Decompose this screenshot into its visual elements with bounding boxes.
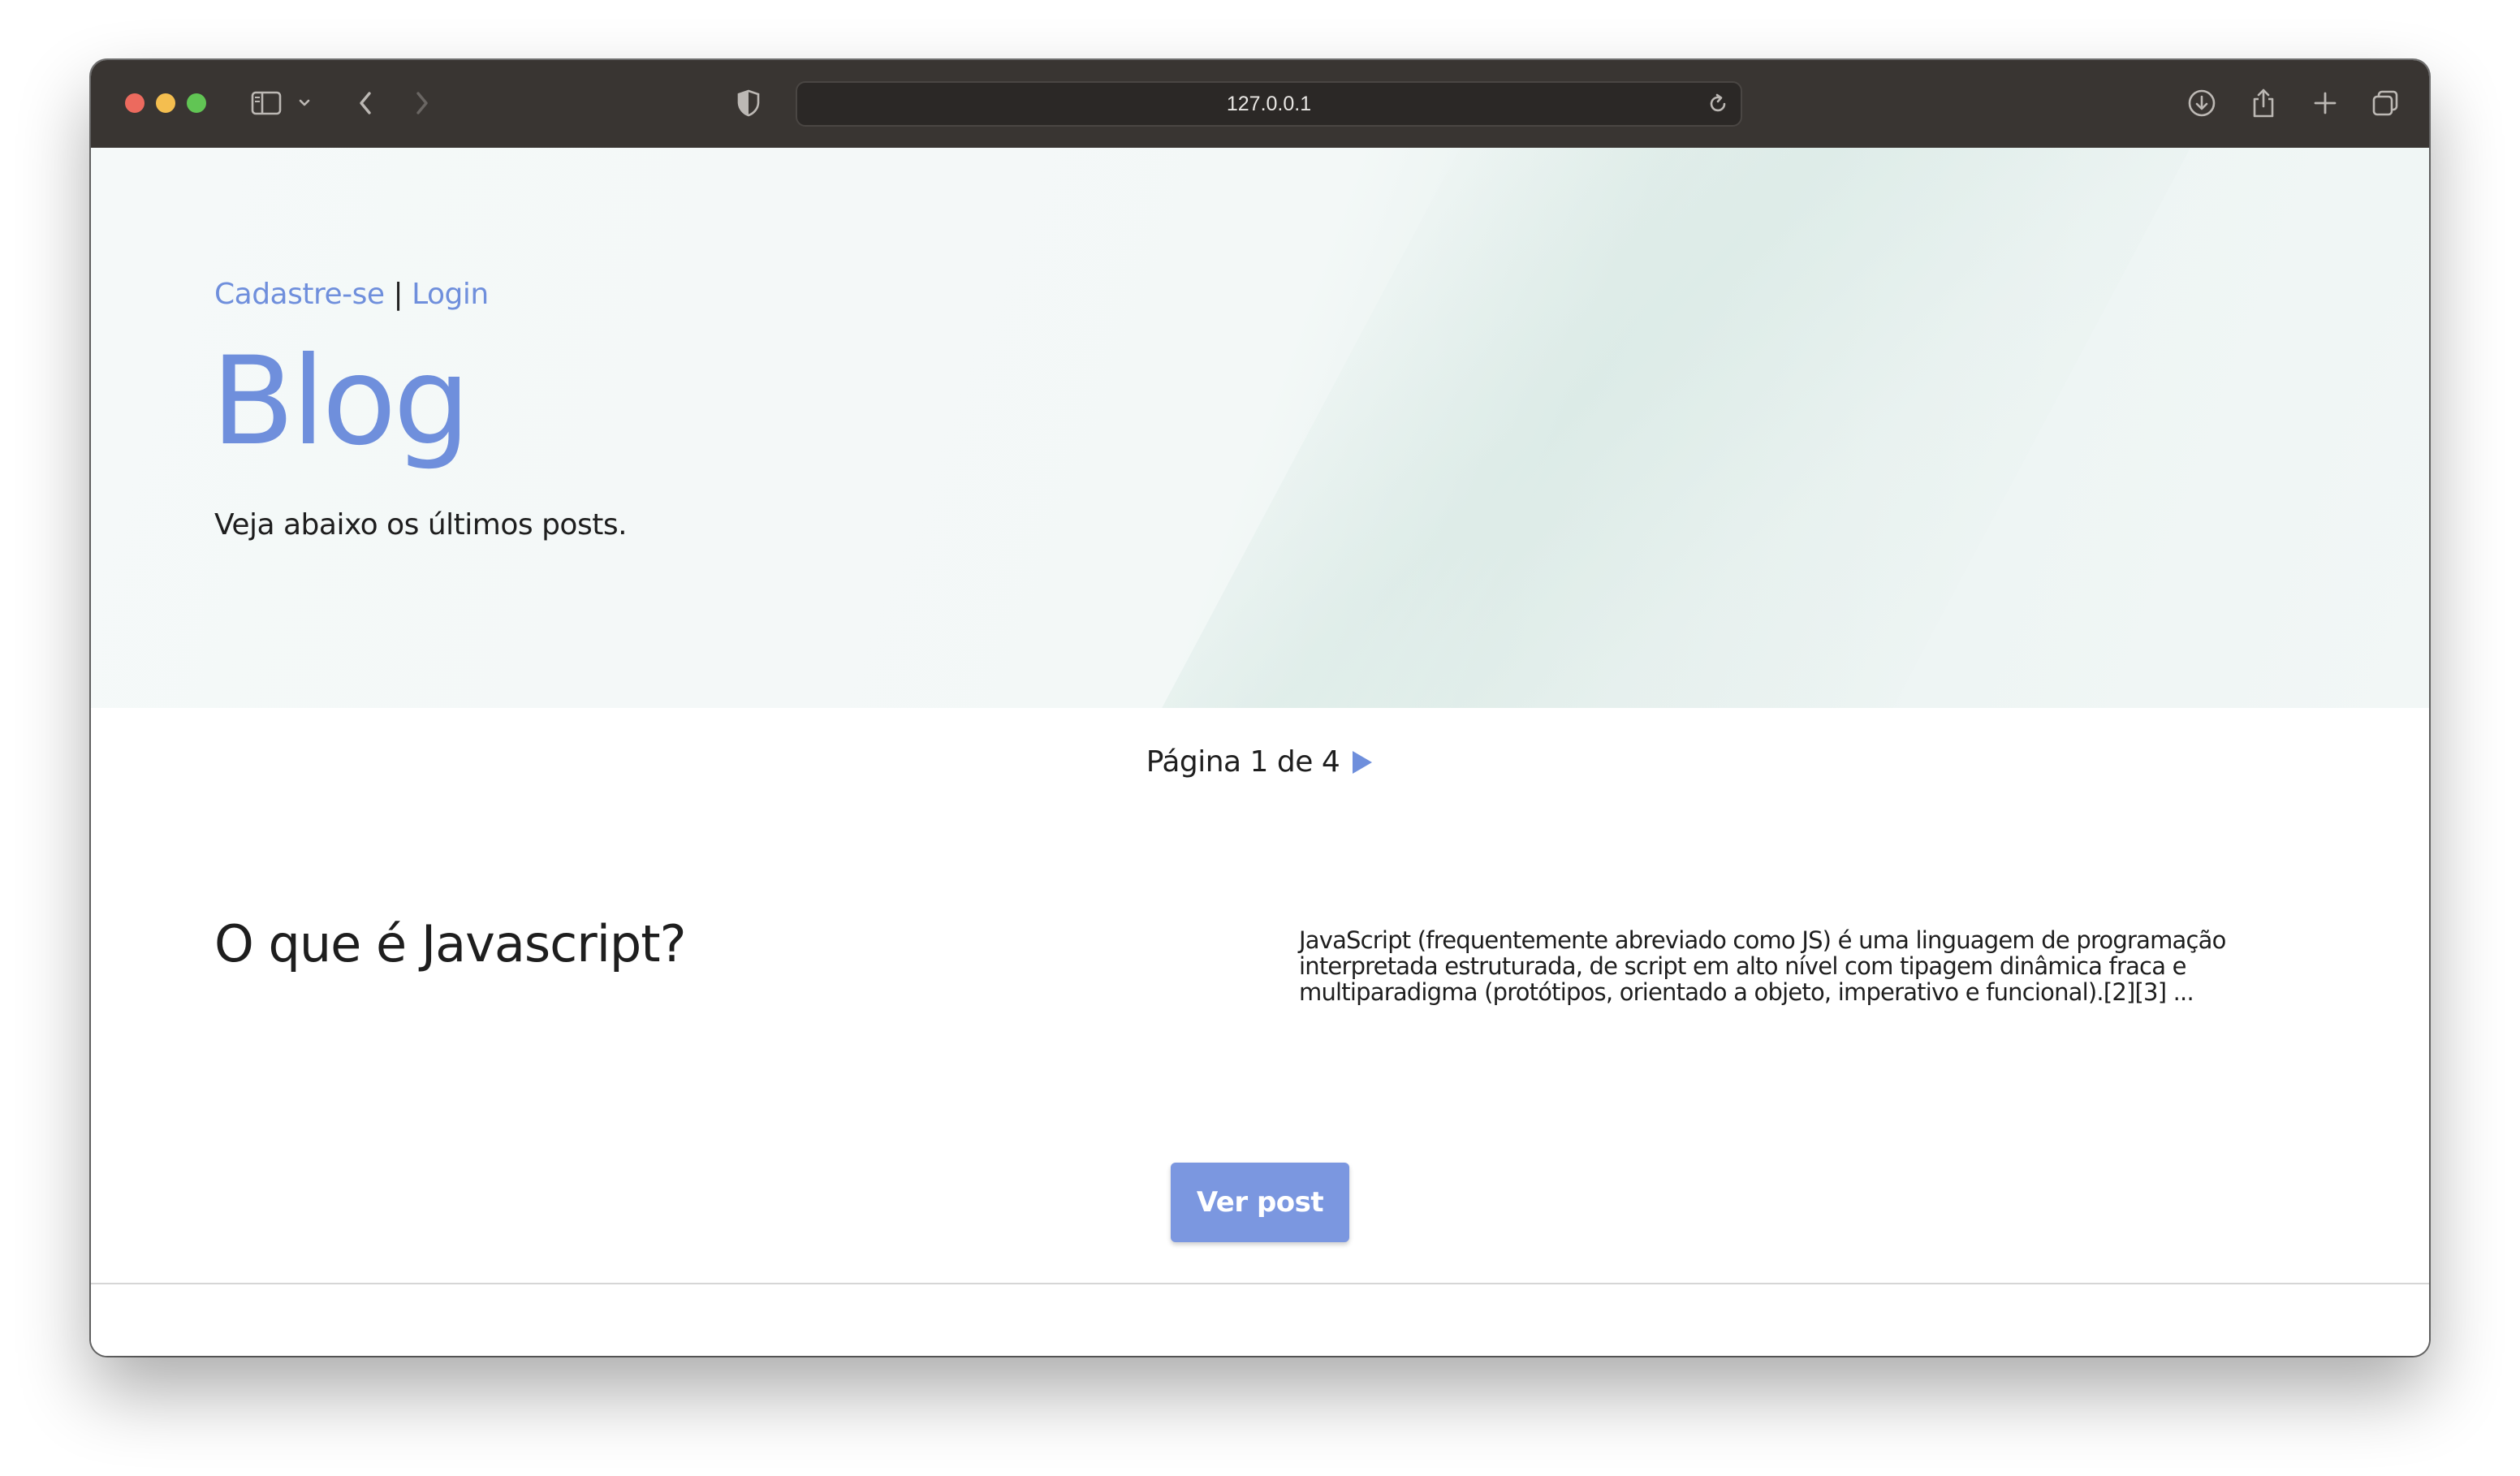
shield-icon[interactable] — [734, 84, 763, 122]
post-title: O que é Javascript? — [214, 914, 687, 973]
pagination-label: Página 1 de 4 — [1146, 745, 1340, 779]
hero-background-decoration — [1131, 148, 2217, 708]
page-title: Blog — [211, 331, 471, 473]
reload-icon[interactable] — [1707, 93, 1729, 119]
page-content: Cadastre-se | Login Blog Veja abaixo os … — [91, 148, 2429, 1356]
sidebar-icon[interactable] — [248, 84, 284, 122]
url-text: 127.0.0.1 — [1226, 92, 1312, 115]
tabs-icon[interactable] — [2369, 84, 2401, 122]
play-arrow-icon[interactable] — [1351, 749, 1374, 775]
browser-window: 127.0.0.1 Cadastre-se | Login Blog Veja … — [91, 60, 2429, 1356]
post-divider — [91, 1283, 2429, 1284]
page-subtitle: Veja abaixo os últimos posts. — [214, 508, 628, 542]
signup-link[interactable]: Cadastre-se — [214, 278, 385, 311]
address-bar[interactable]: 127.0.0.1 — [796, 81, 1742, 127]
login-link[interactable]: Login — [412, 278, 489, 311]
hero-banner: Cadastre-se | Login Blog Veja abaixo os … — [91, 148, 2429, 708]
browser-toolbar: 127.0.0.1 — [91, 60, 2429, 148]
auth-links: Cadastre-se | Login — [214, 278, 489, 311]
pagination: Página 1 de 4 — [91, 745, 2429, 779]
chevron-right-icon[interactable] — [408, 84, 437, 122]
minimize-window-button[interactable] — [156, 93, 175, 113]
post-excerpt: JavaScript (frequentemente abreviado com… — [1299, 926, 2226, 1006]
share-icon[interactable] — [2247, 84, 2280, 122]
close-window-button[interactable] — [125, 93, 145, 113]
auth-separator: | — [393, 278, 403, 311]
chevron-down-icon[interactable] — [296, 84, 313, 122]
zoom-window-button[interactable] — [187, 93, 206, 113]
view-post-button[interactable]: Ver post — [1171, 1163, 1349, 1242]
download-icon[interactable] — [2186, 84, 2218, 122]
chevron-left-icon[interactable] — [351, 84, 380, 122]
plus-icon[interactable] — [2309, 84, 2341, 122]
